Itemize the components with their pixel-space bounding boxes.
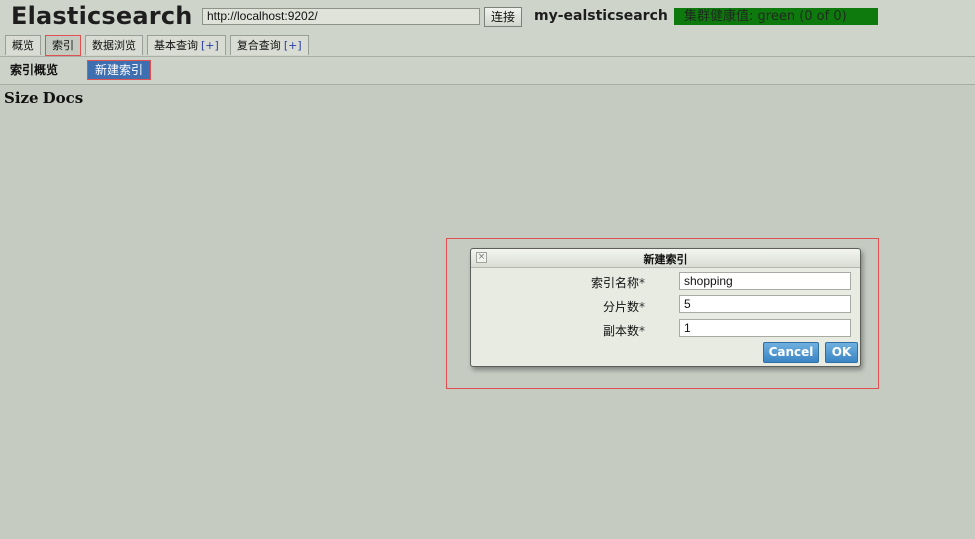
index-name-input[interactable]: [679, 272, 851, 290]
index-toolbar: 索引概览 新建索引: [0, 57, 975, 85]
required-marker: *: [639, 300, 645, 314]
index-name-label: 索引名称*: [591, 274, 645, 291]
index-overview-button[interactable]: 索引概览: [10, 62, 58, 78]
ok-button[interactable]: OK: [825, 342, 858, 363]
cluster-url-input[interactable]: [202, 8, 480, 25]
dialog-titlebar: × 新建索引: [471, 249, 860, 268]
tab-indices[interactable]: 索引: [45, 35, 81, 56]
tab-label: 数据浏览: [92, 39, 136, 52]
field-label-text: 副本数: [602, 324, 639, 338]
cluster-health-badge: 集群健康值: green (0 of 0): [674, 8, 878, 25]
tab-label: 复合查询: [236, 39, 281, 52]
cancel-button[interactable]: Cancel: [763, 342, 819, 363]
shards-input[interactable]: [679, 295, 851, 313]
tab-label: 索引: [52, 39, 74, 52]
field-label-text: 分片数: [602, 300, 639, 314]
header-bar: Elasticsearch 连接 my-ealsticsearch 集群健康值:…: [0, 0, 975, 57]
main-tabs: 概览 索引 数据浏览 基本查询 [+] 复合查询 [+]: [5, 35, 313, 56]
tab-structured-query[interactable]: 基本查询 [+]: [147, 35, 226, 55]
cluster-name: my-ealsticsearch: [534, 8, 668, 24]
column-size: Size: [4, 89, 39, 107]
column-docs: Docs: [42, 89, 84, 107]
new-index-button[interactable]: 新建索引: [87, 60, 151, 80]
tab-any-request[interactable]: 复合查询 [+]: [229, 35, 309, 55]
field-label-text: 索引名称: [590, 276, 639, 290]
new-index-dialog: × 新建索引 索引名称* 分片数* 副本数* Cancel OK: [470, 248, 861, 367]
tab-label: 基本查询: [154, 39, 198, 52]
replicas-input[interactable]: [679, 319, 851, 337]
dialog-title: 新建索引: [643, 253, 688, 266]
connect-button[interactable]: 连接: [484, 7, 522, 27]
index-table-header: Size Docs: [4, 89, 87, 107]
tab-label: 概览: [12, 39, 34, 52]
tab-add-icon[interactable]: [+]: [201, 39, 219, 52]
required-marker: *: [639, 276, 645, 290]
shards-label: 分片数*: [603, 298, 645, 315]
tab-overview[interactable]: 概览: [5, 35, 41, 55]
tab-browser[interactable]: 数据浏览: [85, 35, 143, 55]
tab-add-icon[interactable]: [+]: [284, 39, 302, 52]
replicas-label: 副本数*: [603, 322, 645, 339]
app-title: Elasticsearch: [11, 2, 193, 30]
required-marker: *: [639, 324, 645, 338]
